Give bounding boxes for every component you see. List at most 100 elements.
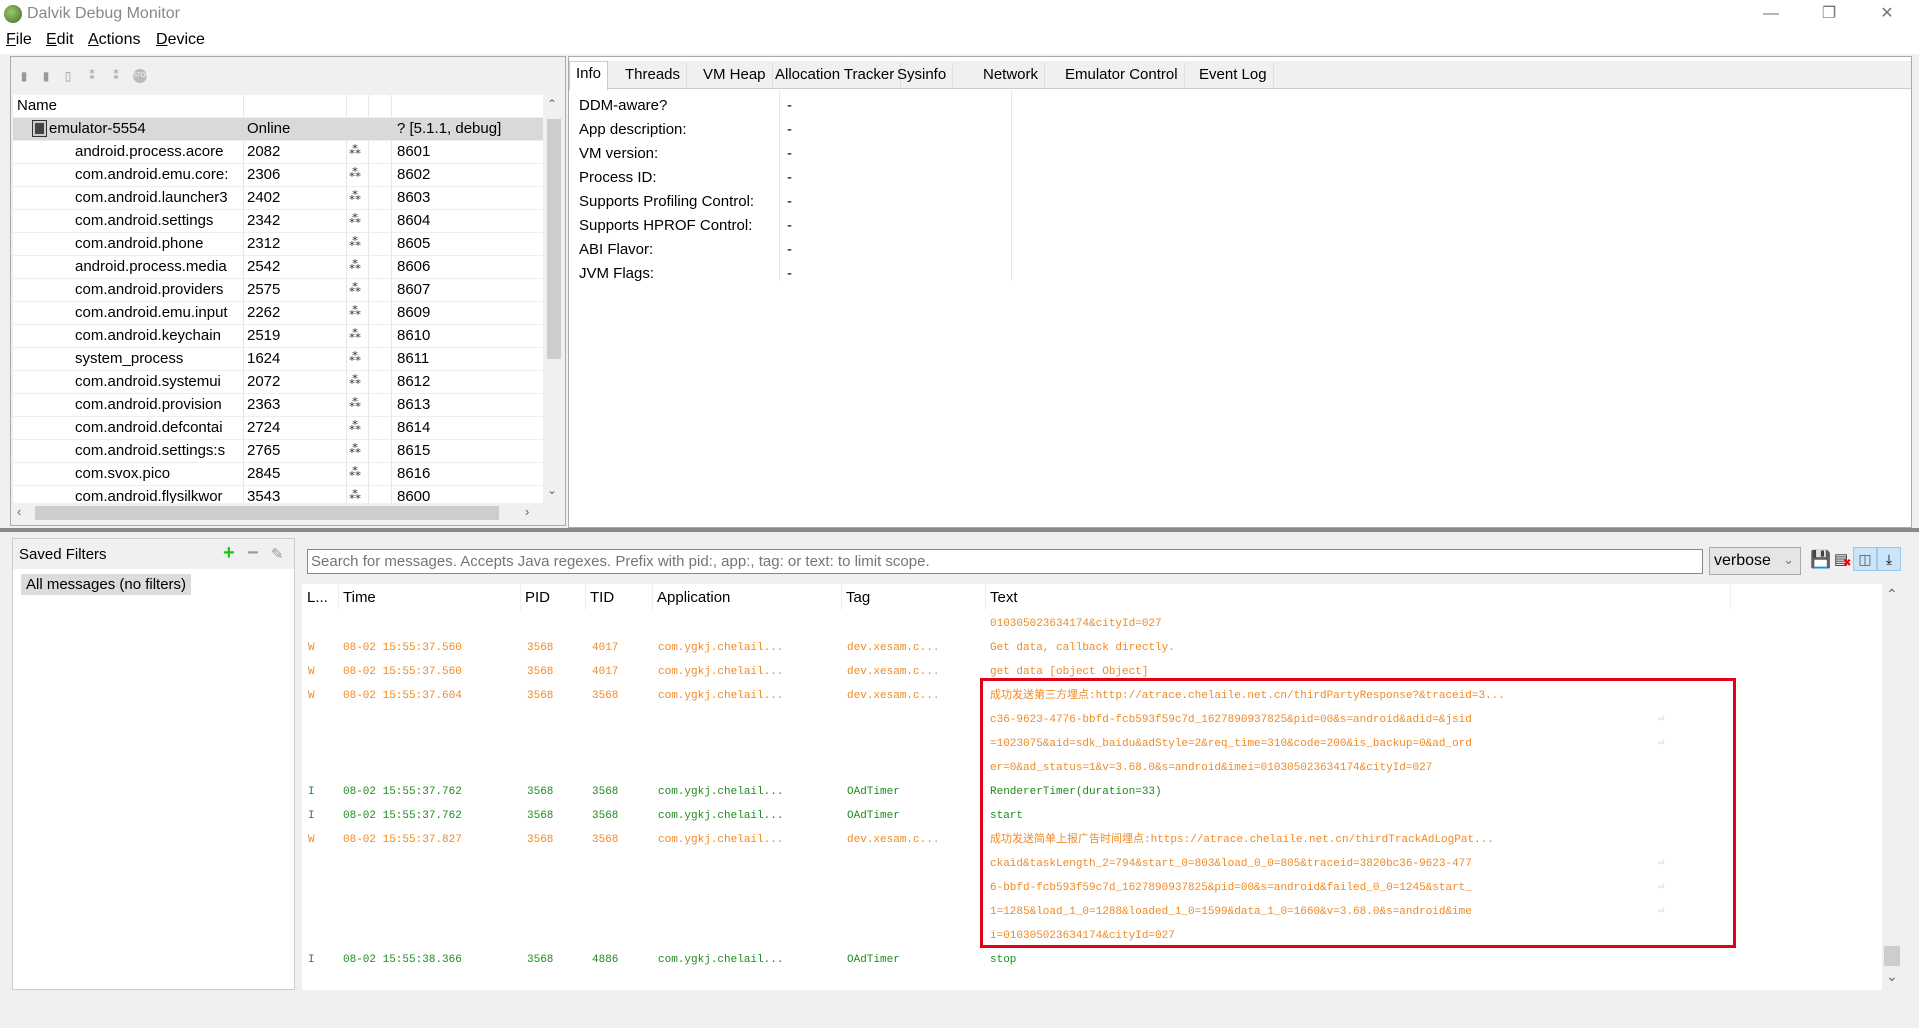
process-name: com.svox.pico [75, 465, 171, 482]
log-tid: 3568 [592, 690, 619, 702]
log-level-select[interactable]: verbose ⌄ [1709, 547, 1801, 575]
log-vertical-scrollbar[interactable]: ⌃ ⌄ [1882, 584, 1902, 990]
process-row[interactable]: com.android.emu.input 2262 ⁂ 8609 [13, 302, 543, 325]
process-row[interactable]: com.android.providers 2575 ⁂ 8607 [13, 279, 543, 302]
process-row[interactable]: com.android.systemui 2072 ⁂ 8612 [13, 371, 543, 394]
scroll-thumb[interactable] [35, 506, 499, 520]
process-row[interactable]: com.android.emu.core: 2306 ⁂ 8602 [13, 164, 543, 187]
process-row[interactable]: com.android.flysilkwor 3543 ⁂ 8600 [13, 486, 543, 503]
process-pid: 2262 [247, 304, 281, 321]
remove-filter-icon[interactable]: − [247, 542, 259, 565]
debug-status-icon: ⁂ [349, 304, 361, 318]
log-tag: OAdTimer [847, 954, 900, 966]
window-title: Dalvik Debug Monitor [27, 5, 180, 22]
debug-process-icon[interactable]: ▮ [17, 69, 31, 83]
process-port: 8610 [397, 327, 431, 344]
log-tid: 4017 [592, 666, 619, 678]
menu-accelerator: E [46, 31, 57, 48]
process-pid: 2312 [247, 235, 281, 252]
minimize-button[interactable]: — [1748, 2, 1794, 26]
process-row[interactable]: android.process.acore 2082 ⁂ 8601 [13, 141, 543, 164]
process-name: com.android.emu.core: [75, 166, 229, 183]
add-filter-icon[interactable]: + [223, 542, 235, 565]
scroll-thumb[interactable] [1884, 946, 1900, 966]
log-text[interactable]: Get data, callback directly. [990, 636, 1175, 660]
log-text[interactable]: stop [990, 948, 1016, 972]
tab-vm-heap[interactable]: VM Heap [697, 63, 773, 89]
tab-info[interactable]: Info [569, 61, 609, 90]
process-pid: 2082 [247, 143, 281, 160]
menu-item[interactable]: File [6, 31, 32, 49]
tab-network[interactable]: Network [977, 63, 1046, 89]
scroll-lock-icon[interactable]: ⤓ [1877, 547, 1901, 571]
log-column-header[interactable]: TID [590, 589, 614, 606]
device-vertical-scrollbar[interactable]: ⌃ ⌄ [543, 95, 563, 503]
tab-emulator-control[interactable]: Emulator Control [1059, 63, 1185, 89]
process-name: com.android.settings:s [75, 442, 226, 459]
update-heap-icon[interactable]: ▮ [39, 69, 53, 83]
log-search-input[interactable] [307, 549, 1703, 574]
panel-splitter[interactable] [0, 528, 1919, 532]
process-name: android.process.acore [75, 143, 224, 160]
column-divider [585, 584, 586, 610]
process-row[interactable]: com.svox.pico 2845 ⁂ 8616 [13, 463, 543, 486]
start-tracing-icon[interactable]: ⁑ [109, 69, 123, 83]
log-application: com.ygkj.chelail... [658, 786, 784, 798]
tab-bar: Info Threads VM Heap Allocation Tracker Sysi… [569, 61, 1911, 90]
update-threads-icon[interactable]: ⁑ [85, 69, 99, 83]
tab-event-log[interactable]: Event Log [1193, 63, 1274, 89]
device-row[interactable]: emulator-5554 Online ? [5.1.1, debug] [13, 118, 543, 141]
menu-item[interactable]: Device [156, 31, 205, 49]
saved-filters-title: Saved Filters [19, 546, 107, 563]
process-row[interactable]: com.android.settings:s 2765 ⁂ 8615 [13, 440, 543, 463]
log-column-header[interactable]: L... [307, 589, 328, 606]
process-row[interactable]: com.android.provision 2363 ⁂ 8613 [13, 394, 543, 417]
device-horizontal-scrollbar[interactable]: ‹ › [13, 503, 543, 523]
close-button[interactable]: ✕ [1864, 2, 1910, 26]
log-tag: dev.xesam.c... [847, 642, 940, 654]
trash-icon[interactable]: ▯ [61, 69, 75, 83]
process-port: 8600 [397, 488, 431, 503]
scroll-thumb[interactable] [547, 119, 561, 359]
debug-status-icon: ⁂ [349, 281, 361, 295]
stop-process-icon[interactable]: STOP [133, 69, 149, 83]
log-column-header[interactable]: Tag [846, 589, 870, 606]
column-header-name[interactable]: Name [17, 97, 57, 114]
log-level: W [308, 642, 315, 654]
toggle-filters-icon[interactable]: ◫ [1853, 547, 1877, 571]
menu-bar: File Edit Actions Device [0, 28, 1919, 54]
process-row[interactable]: android.process.media 2542 ⁂ 8606 [13, 256, 543, 279]
log-level: W [308, 690, 315, 702]
debug-status-icon: ⁂ [349, 373, 361, 387]
save-log-icon[interactable]: 💾 [1810, 550, 1831, 570]
log-column-header[interactable]: PID [525, 589, 550, 606]
title-bar: Dalvik Debug Monitor — ❐ ✕ [0, 0, 1919, 28]
process-row[interactable]: com.android.keychain 2519 ⁂ 8610 [13, 325, 543, 348]
clear-log-icon[interactable]: ▤ ✖ [1834, 550, 1851, 569]
tab-allocation-tracker[interactable]: Allocation Tracker [769, 63, 902, 89]
edit-filter-icon[interactable]: ✎ [271, 545, 284, 563]
process-name: com.android.phone [75, 235, 204, 252]
log-text[interactable]: 010305023634174&cityId=027 [990, 612, 1162, 636]
saved-filters-panel: Saved Filters + − ✎ All messages (no fil… [12, 538, 295, 990]
column-divider [652, 584, 653, 610]
log-column-header[interactable]: Time [343, 589, 376, 606]
log-column-header[interactable]: Application [657, 589, 730, 606]
maximize-button[interactable]: ❐ [1806, 2, 1852, 26]
tab-sysinfo[interactable]: Sysinfo [891, 63, 954, 89]
process-port: 8615 [397, 442, 431, 459]
process-row[interactable]: com.android.defcontai 2724 ⁂ 8614 [13, 417, 543, 440]
menu-item[interactable]: Actions [88, 31, 140, 49]
process-row[interactable]: com.android.settings 2342 ⁂ 8604 [13, 210, 543, 233]
log-column-header[interactable]: Text [990, 589, 1018, 606]
filter-all-messages[interactable]: All messages (no filters) [21, 574, 192, 595]
tab-threads[interactable]: Threads [619, 63, 688, 89]
process-row[interactable]: system_process 1624 ⁂ 8611 [13, 348, 543, 371]
menu-item[interactable]: Edit [46, 31, 74, 49]
log-tid: 4886 [592, 954, 619, 966]
log-application: com.ygkj.chelail... [658, 642, 784, 654]
process-row[interactable]: com.android.phone 2312 ⁂ 8605 [13, 233, 543, 256]
process-name: com.android.systemui [75, 373, 221, 390]
process-row[interactable]: com.android.launcher3 2402 ⁂ 8603 [13, 187, 543, 210]
log-level: I [308, 954, 315, 966]
